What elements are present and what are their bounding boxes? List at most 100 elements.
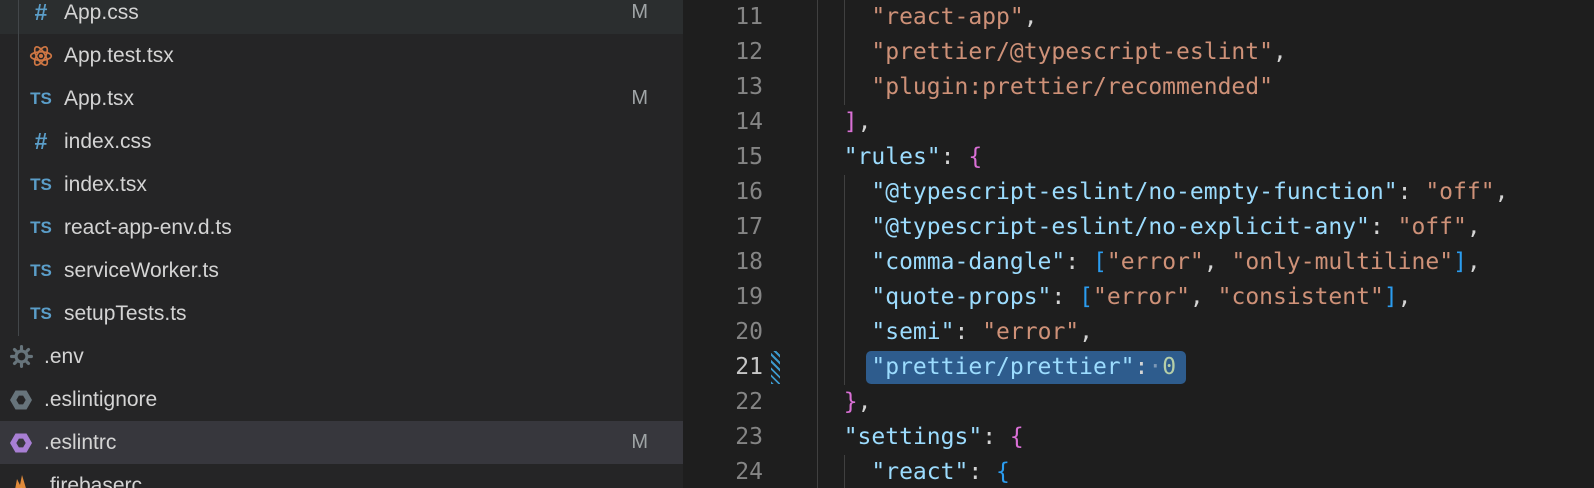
- eslint-icon: [9, 432, 33, 454]
- code-line-17[interactable]: 17 "@typescript-eslint/no-explicit-any":…: [683, 210, 1594, 245]
- code-content[interactable]: "comma-dangle": ["error", "only-multilin…: [816, 245, 1594, 280]
- code-content[interactable]: "prettier/@typescript-eslint",: [816, 35, 1594, 70]
- code-text: "comma-dangle": ["error", "only-multilin…: [816, 245, 1594, 280]
- line-number[interactable]: 24: [683, 455, 763, 488]
- code-line-15[interactable]: 15 "rules": {: [683, 140, 1594, 175]
- file-row-index-tsx[interactable]: TSindex.tsx: [0, 163, 683, 206]
- file-name: .eslintrc: [44, 431, 116, 455]
- code-content[interactable]: ],: [816, 105, 1594, 140]
- code-line-12[interactable]: 12 "prettier/@typescript-eslint",: [683, 35, 1594, 70]
- token: ,: [1398, 284, 1412, 310]
- file-row-eslintrc[interactable]: .eslintrc M: [0, 421, 683, 464]
- file-icon-slot: TS: [28, 301, 54, 327]
- token: :: [968, 459, 982, 485]
- code-line-16[interactable]: 16 "@typescript-eslint/no-empty-function…: [683, 175, 1594, 210]
- code-content[interactable]: },: [816, 385, 1594, 420]
- code-content[interactable]: "plugin:prettier/recommended": [816, 70, 1594, 105]
- token: ,: [1273, 39, 1287, 65]
- code-content[interactable]: "semi": "error",: [816, 315, 1594, 350]
- file-row-app-test-tsx[interactable]: App.test.tsx: [0, 34, 683, 77]
- file-row-index-css[interactable]: #index.css: [0, 120, 683, 163]
- file-row-app-tsx[interactable]: TSApp.tsxM: [0, 77, 683, 120]
- code-text: "@typescript-eslint/no-explicit-any": "o…: [816, 210, 1594, 245]
- line-number[interactable]: 21: [683, 350, 763, 385]
- file-row-setuptests-ts[interactable]: TS setupTests.ts: [0, 292, 683, 335]
- token: ,: [1467, 214, 1481, 240]
- token: :: [1065, 249, 1079, 275]
- git-modified-badge: M: [631, 1, 648, 24]
- token: [: [1079, 284, 1093, 310]
- token: 0: [1162, 354, 1176, 380]
- code-content[interactable]: "settings": {: [816, 420, 1594, 455]
- file-row-eslintignore[interactable]: .eslintignore: [0, 378, 683, 421]
- code-line-24[interactable]: 24 "react": {: [683, 455, 1594, 488]
- code-line-23[interactable]: 23 "settings": {: [683, 420, 1594, 455]
- code-line-20[interactable]: 20 "semi": "error",: [683, 315, 1594, 350]
- line-number[interactable]: 23: [683, 420, 763, 455]
- line-number[interactable]: 12: [683, 35, 763, 70]
- code-content[interactable]: "react": {: [816, 455, 1594, 488]
- file-row-env[interactable]: .env: [0, 335, 683, 378]
- file-name: index.tsx: [64, 173, 147, 197]
- line-number[interactable]: 17: [683, 210, 763, 245]
- code-line-22[interactable]: 22 },: [683, 385, 1594, 420]
- line-number[interactable]: 15: [683, 140, 763, 175]
- file-name: setupTests.ts: [64, 302, 187, 326]
- gutter-decorations: [763, 455, 816, 488]
- token: [816, 459, 871, 485]
- gutter-decorations: [763, 280, 816, 315]
- code-content[interactable]: "prettier/prettier":·0: [816, 350, 1594, 385]
- code-content[interactable]: "@typescript-eslint/no-explicit-any": "o…: [816, 210, 1594, 245]
- line-number[interactable]: 14: [683, 105, 763, 140]
- token: [816, 39, 871, 65]
- css-icon: #: [35, 1, 48, 24]
- token: [816, 354, 871, 380]
- file-icon-slot: TS: [28, 86, 54, 112]
- git-modified-badge: M: [631, 431, 648, 454]
- file-row-react-app-env-d-ts[interactable]: TSreact-app-env.d.ts: [0, 206, 683, 249]
- code-line-21[interactable]: 21 "prettier/prettier":·0: [683, 350, 1594, 385]
- line-number[interactable]: 18: [683, 245, 763, 280]
- code-text: "plugin:prettier/recommended": [816, 70, 1594, 105]
- code-line-14[interactable]: 14 ],: [683, 105, 1594, 140]
- gutter-decorations: [763, 35, 816, 70]
- token: [1204, 284, 1218, 310]
- file-name: .eslintignore: [44, 388, 157, 412]
- line-number[interactable]: 22: [683, 385, 763, 420]
- line-number[interactable]: 16: [683, 175, 763, 210]
- token: ]: [844, 109, 858, 135]
- code-line-18[interactable]: 18 "comma-dangle": ["error", "only-multi…: [683, 245, 1594, 280]
- code-line-11[interactable]: 11 "react-app",: [683, 0, 1594, 35]
- file-icon-slot: [8, 430, 34, 456]
- token: "off": [1425, 179, 1494, 205]
- line-number[interactable]: 19: [683, 280, 763, 315]
- code-line-13[interactable]: 13 "plugin:prettier/recommended": [683, 70, 1594, 105]
- file-row-firebaserc[interactable]: .firebaserc: [0, 464, 683, 488]
- token: [816, 4, 871, 30]
- code-line-19[interactable]: 19 "quote-props": ["error", "consistent"…: [683, 280, 1594, 315]
- code-text: "react": {: [816, 455, 1594, 488]
- editor-pane[interactable]: 11 "react-app",12 "prettier/@typescript-…: [683, 0, 1594, 488]
- gutter-decorations: [763, 0, 816, 35]
- line-number[interactable]: 20: [683, 315, 763, 350]
- token: "quote-props": [871, 284, 1051, 310]
- token: :: [954, 319, 968, 345]
- token: [816, 74, 871, 100]
- git-modified-line-stripe-icon[interactable]: [771, 351, 780, 384]
- git-modified-badge: M: [631, 87, 648, 110]
- code-content[interactable]: "@typescript-eslint/no-empty-function": …: [816, 175, 1594, 210]
- token: :: [941, 144, 955, 170]
- file-row-app-css[interactable]: #App.cssM: [0, 0, 683, 34]
- line-number[interactable]: 13: [683, 70, 763, 105]
- line-number[interactable]: 11: [683, 0, 763, 35]
- code-text: "prettier/prettier":·0: [816, 350, 1594, 385]
- gutter-decorations: [763, 315, 816, 350]
- token: [816, 319, 871, 345]
- token: ]: [1453, 249, 1467, 275]
- firebase-icon: [10, 471, 32, 488]
- file-row-serviceworker-ts[interactable]: TSserviceWorker.ts: [0, 249, 683, 292]
- code-content[interactable]: "quote-props": ["error", "consistent"],: [816, 280, 1594, 315]
- code-content[interactable]: "rules": {: [816, 140, 1594, 175]
- token: "error": [1107, 249, 1204, 275]
- code-content[interactable]: "react-app",: [816, 0, 1594, 35]
